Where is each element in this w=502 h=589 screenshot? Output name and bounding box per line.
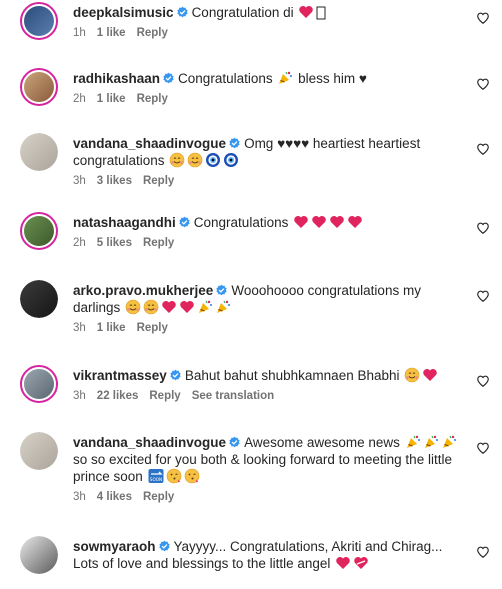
- verified-badge-icon: [158, 540, 170, 552]
- comment-timestamp: 2h: [73, 93, 86, 105]
- evil-eye-emoji-icon: [222, 153, 240, 168]
- comment-text-continued: Lots of love and blessings to the little…: [73, 556, 331, 571]
- party-popper-emoji-icon: [422, 435, 440, 450]
- comment-meta: 2h 5 likes Reply: [73, 235, 462, 252]
- verified-badge-icon: [170, 369, 181, 381]
- comment-like-count[interactable]: 1 like: [97, 93, 126, 105]
- kissing-face-emoji-icon: [183, 468, 201, 484]
- comment-text: Bahut bahut shubhkamnaen Bhabhi: [184, 368, 400, 383]
- verified-badge-icon: [163, 72, 174, 84]
- like-heart-icon[interactable]: [476, 289, 490, 303]
- comment-meta: 2h 1 like Reply: [73, 91, 462, 108]
- red-heart-emoji-icon: [297, 5, 315, 20]
- like-heart-icon[interactable]: [476, 441, 490, 455]
- reply-button[interactable]: Reply: [137, 93, 168, 105]
- smiling-hearts-emoji-icon: [403, 367, 421, 383]
- verified-badge-icon: [229, 436, 240, 448]
- like-heart-icon[interactable]: [476, 142, 490, 156]
- red-heart-emoji-icon: [328, 215, 346, 230]
- comment-text: Congratulations: [193, 215, 289, 230]
- comment-username[interactable]: radhikashaan: [73, 71, 160, 86]
- avatar[interactable]: [20, 212, 58, 250]
- comment-meta: 1h 1 like Reply: [73, 25, 462, 42]
- comment-username[interactable]: arko.pravo.mukherjee: [73, 283, 213, 298]
- party-popper-emoji-icon: [214, 300, 232, 315]
- comment-like-count[interactable]: 1 like: [97, 322, 126, 334]
- reply-button[interactable]: Reply: [143, 237, 174, 249]
- comment-username[interactable]: deepkalsimusic: [73, 5, 174, 20]
- verified-badge-icon: [176, 6, 188, 18]
- comment-username[interactable]: natashaagandhi: [73, 215, 176, 230]
- comment-timestamp: 3h: [73, 491, 86, 503]
- comment-timestamp: 3h: [73, 175, 86, 187]
- comment-timestamp: 3h: [73, 322, 86, 334]
- avatar[interactable]: [20, 365, 58, 403]
- like-heart-icon[interactable]: [476, 77, 490, 91]
- like-heart-icon[interactable]: [476, 221, 490, 235]
- evil-eye-emoji-icon: [204, 153, 222, 168]
- smiling-hearts-emoji-icon: [168, 152, 186, 168]
- comment-meta: 3h 4 likes Reply: [73, 489, 462, 506]
- missing-glyph-emoji-icon: [315, 5, 327, 20]
- avatar[interactable]: [20, 280, 58, 318]
- reply-button[interactable]: Reply: [143, 491, 174, 503]
- comment-text-continued: bless him ♥: [298, 71, 367, 86]
- party-popper-emoji-icon: [440, 435, 458, 450]
- like-heart-icon[interactable]: [476, 545, 490, 559]
- comment-username[interactable]: vandana_shaadinvogue: [73, 435, 226, 450]
- comment-timestamp: 2h: [73, 237, 86, 249]
- soon-arrow-emoji-icon: SOON: [147, 469, 165, 484]
- comment-meta: 3h 1 like Reply: [73, 320, 462, 337]
- smiling-hearts-emoji-icon: [142, 299, 160, 315]
- red-heart-emoji-icon: [421, 368, 439, 383]
- see-translation-button[interactable]: See translation: [192, 390, 274, 402]
- avatar[interactable]: [20, 536, 58, 574]
- comment-text: Congratulation di: [191, 5, 294, 20]
- comment-text: Congratulations: [178, 71, 273, 86]
- reply-button[interactable]: Reply: [137, 27, 168, 39]
- comment-username[interactable]: vikrantmassey: [73, 368, 167, 383]
- red-heart-emoji-icon: [346, 215, 364, 230]
- comment-meta: 3h 3 likes Reply: [73, 173, 462, 190]
- comment-meta: 3h 22 likes Reply See translation: [73, 388, 462, 405]
- like-heart-icon[interactable]: [476, 11, 490, 25]
- kissing-face-emoji-icon: [165, 468, 183, 484]
- red-heart-emoji-icon: [334, 556, 352, 571]
- reply-button[interactable]: Reply: [143, 175, 174, 187]
- verified-badge-icon: [179, 216, 190, 228]
- comment-like-count[interactable]: 5 likes: [97, 237, 132, 249]
- red-heart-emoji-icon: [310, 215, 328, 230]
- reply-button[interactable]: Reply: [137, 322, 168, 334]
- avatar[interactable]: [20, 2, 58, 40]
- avatar[interactable]: [20, 432, 58, 470]
- red-heart-emoji-icon: [160, 300, 178, 315]
- comment-text-continued: so so excited for you both & looking for…: [73, 452, 452, 484]
- comment-text: Yayyyy... Congratulations, Akriti and Ch…: [173, 539, 443, 554]
- comment-timestamp: 1h: [73, 27, 86, 39]
- mending-heart-emoji-icon: [352, 556, 370, 571]
- comment-like-count[interactable]: 1 like: [97, 27, 126, 39]
- party-popper-emoji-icon: [404, 435, 422, 450]
- avatar[interactable]: [20, 68, 58, 106]
- comment-like-count[interactable]: 4 likes: [97, 491, 132, 503]
- like-heart-icon[interactable]: [476, 374, 490, 388]
- comment-text: Awesome awesome news: [244, 435, 400, 450]
- comment-username[interactable]: vandana_shaadinvogue: [73, 136, 226, 151]
- comment-like-count[interactable]: 3 likes: [97, 175, 132, 187]
- smiling-hearts-emoji-icon: [124, 299, 142, 315]
- verified-badge-icon: [229, 137, 240, 149]
- comment-like-count[interactable]: 22 likes: [97, 390, 139, 402]
- smiling-hearts-emoji-icon: [186, 152, 204, 168]
- avatar[interactable]: [20, 133, 58, 171]
- red-heart-emoji-icon: [178, 300, 196, 315]
- reply-button[interactable]: Reply: [149, 390, 180, 402]
- red-heart-emoji-icon: [292, 215, 310, 230]
- verified-badge-icon: [216, 284, 227, 296]
- comment-timestamp: 3h: [73, 390, 86, 402]
- party-popper-emoji-icon: [276, 71, 294, 86]
- svg-text:SOON: SOON: [149, 477, 161, 482]
- comment-username[interactable]: sowmyaraoh: [73, 539, 156, 554]
- party-popper-emoji-icon: [196, 300, 214, 315]
